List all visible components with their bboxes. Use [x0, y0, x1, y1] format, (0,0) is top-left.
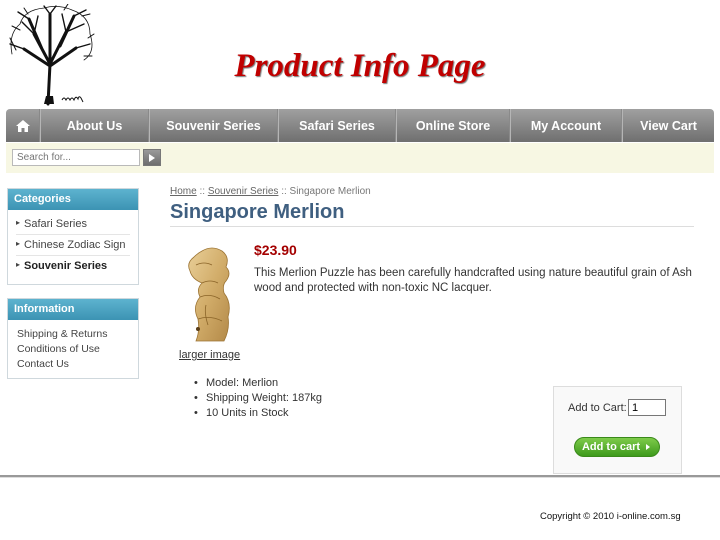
quantity-label: Add to Cart:: [568, 402, 627, 414]
nav-view-cart[interactable]: View Cart: [622, 109, 714, 142]
footer-divider-light: [0, 477, 720, 478]
categories-box: Categories ▸ Safari Series ▸ Chinese Zodia…: [7, 188, 139, 285]
category-item-chinese-zodiac[interactable]: ▸ Chinese Zodiac Sign: [16, 235, 130, 256]
info-link-conditions-of-use[interactable]: Conditions of Use: [17, 342, 129, 357]
breadcrumb: Home :: Souvenir Series :: Singapore Mer…: [170, 186, 371, 197]
copyright-text: Copyright © 2010 i-online.com.sg: [540, 511, 681, 522]
search-bar: [6, 143, 714, 173]
product-description: This Merlion Puzzle has been carefully h…: [254, 267, 692, 294]
home-icon: [15, 119, 30, 132]
play-arrow-icon: [149, 153, 155, 162]
breadcrumb-home-link[interactable]: Home: [170, 186, 197, 197]
main-nav: About Us Souvenir Series Safari Series O…: [6, 109, 714, 142]
information-box: Information Shipping & Returns Condition…: [7, 298, 139, 379]
add-to-cart-button[interactable]: Add to cart: [574, 437, 660, 457]
chevron-right-icon: [646, 444, 651, 450]
info-link-contact-us[interactable]: Contact Us: [17, 357, 129, 372]
page-heading: Product Info Page: [234, 48, 486, 84]
arrow-right-icon: ▸: [16, 260, 21, 269]
breadcrumb-current: Singapore Merlion: [289, 186, 371, 197]
larger-image-link[interactable]: larger image: [179, 349, 240, 361]
arrow-right-icon: ▸: [16, 239, 21, 248]
spec-model: Model: Merlion: [194, 376, 322, 391]
nav-safari-series[interactable]: Safari Series: [278, 109, 396, 142]
info-link-shipping-returns[interactable]: Shipping & Returns: [17, 327, 129, 342]
search-button[interactable]: [143, 149, 161, 166]
product-price: $23.90: [254, 242, 297, 258]
spec-stock: 10 Units in Stock: [194, 406, 322, 421]
product-image[interactable]: [182, 245, 238, 345]
category-item-safari-series[interactable]: ▸ Safari Series: [16, 214, 130, 235]
spec-shipping-weight: Shipping Weight: 187kg: [194, 391, 322, 406]
arrow-right-icon: ▸: [16, 218, 21, 227]
breadcrumb-category-link[interactable]: Souvenir Series: [208, 186, 279, 197]
nav-souvenir-series[interactable]: Souvenir Series: [149, 109, 278, 142]
nav-home-button[interactable]: [6, 109, 40, 142]
quantity-input[interactable]: [628, 399, 666, 416]
nav-about-us[interactable]: About Us: [40, 109, 149, 142]
category-item-souvenir-series[interactable]: ▸ Souvenir Series: [16, 256, 130, 276]
nav-my-account[interactable]: My Account: [510, 109, 622, 142]
search-input[interactable]: [12, 149, 140, 166]
product-specs: Model: Merlion Shipping Weight: 187kg 10…: [194, 376, 322, 421]
add-to-cart-box: Add to Cart: Add to cart: [553, 386, 682, 474]
information-heading: Information: [8, 299, 138, 320]
title-divider: [170, 226, 694, 227]
nav-online-store[interactable]: Online Store: [396, 109, 510, 142]
product-title: Singapore Merlion: [170, 201, 345, 223]
categories-heading: Categories: [8, 189, 138, 210]
